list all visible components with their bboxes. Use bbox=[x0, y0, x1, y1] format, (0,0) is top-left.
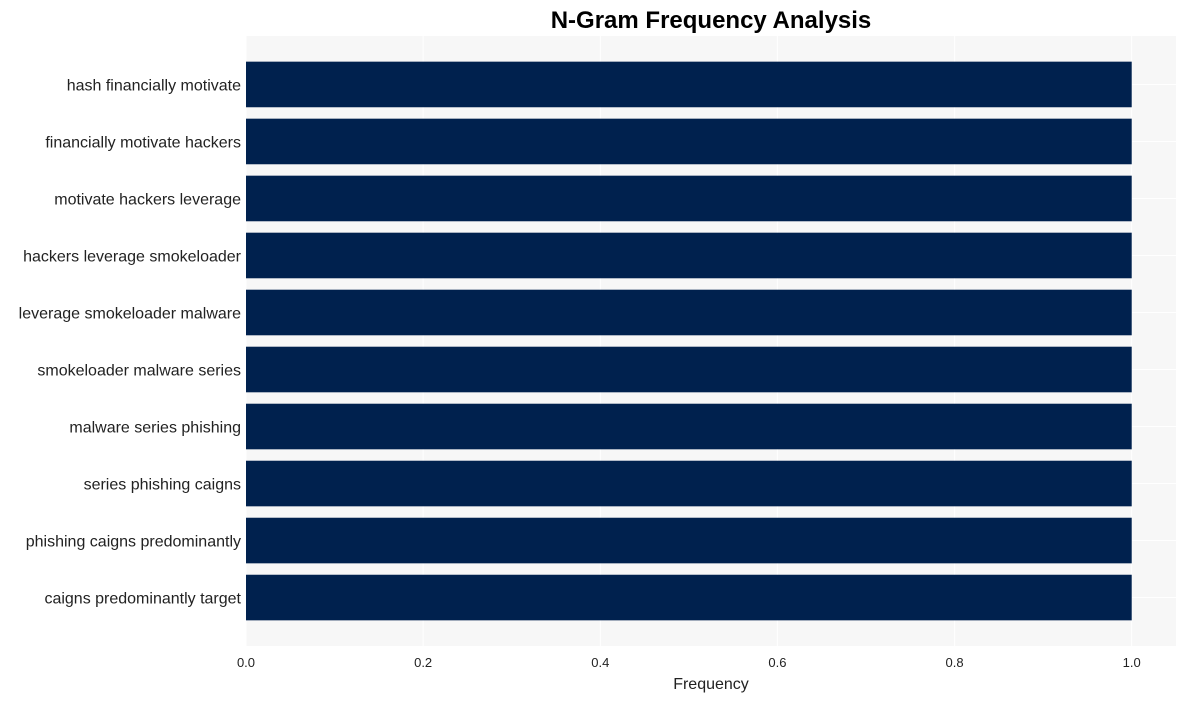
y-tick-label: phishing caigns predominantly bbox=[26, 534, 241, 551]
bar bbox=[246, 61, 1132, 108]
y-tick-label: series phishing caigns bbox=[84, 477, 241, 494]
bar bbox=[246, 118, 1132, 165]
y-tick-label: leverage smokeloader malware bbox=[19, 305, 241, 322]
y-tick-label: hackers leverage smokeloader bbox=[23, 248, 242, 265]
bar bbox=[246, 460, 1132, 507]
y-tick-label: financially motivate hackers bbox=[45, 134, 241, 151]
bar bbox=[246, 232, 1132, 279]
x-axis-label: Frequency bbox=[673, 676, 749, 693]
ngram-bar-chart: hash financially motivate financially mot… bbox=[19, 7, 1176, 693]
x-tick-label: 0.0 bbox=[237, 655, 255, 670]
x-tick-label: 0.8 bbox=[946, 655, 964, 670]
x-tick-label: 1.0 bbox=[1123, 655, 1141, 670]
bar bbox=[246, 289, 1132, 336]
x-tick-label: 0.6 bbox=[768, 655, 786, 670]
bar bbox=[246, 403, 1132, 450]
bar bbox=[246, 175, 1132, 222]
bar bbox=[246, 346, 1132, 393]
y-tick-label: malware series phishing bbox=[69, 420, 241, 437]
x-tick-label: 0.2 bbox=[414, 655, 432, 670]
x-tick-label: 0.4 bbox=[591, 655, 609, 670]
y-tick-label: caigns predominantly target bbox=[44, 591, 241, 608]
y-tick-label: smokeloader malware series bbox=[37, 363, 241, 380]
x-axis-ticks: 0.0 0.2 0.4 0.6 0.8 1.0 bbox=[237, 655, 1141, 670]
y-tick-label: motivate hackers leverage bbox=[54, 191, 241, 208]
y-tick-label: hash financially motivate bbox=[67, 77, 241, 94]
y-axis-labels: hash financially motivate financially mot… bbox=[19, 77, 242, 607]
bar bbox=[246, 574, 1132, 621]
chart-title: N-Gram Frequency Analysis bbox=[551, 7, 872, 34]
bar bbox=[246, 517, 1132, 564]
